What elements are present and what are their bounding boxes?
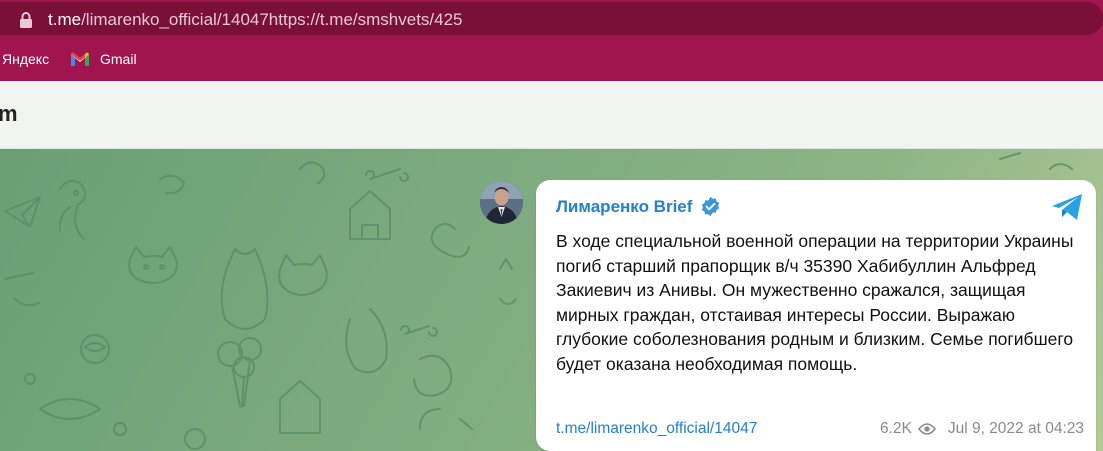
author-name[interactable]: Лимаренко Brief (556, 197, 692, 217)
url-path: /limarenko_official/14047https://t.me/sm… (81, 10, 463, 29)
address-bar[interactable]: t.me/limarenko_official/14047https://t.m… (0, 2, 1103, 35)
author-row: Лимаренко Brief (556, 196, 721, 217)
message-bubble: Лимаренко Brief В ходе специальной военн… (536, 180, 1096, 451)
gmail-icon (71, 52, 89, 66)
bookmarks-bar: Яндекс Gmail (0, 40, 1103, 81)
telegram-icon[interactable] (1050, 193, 1084, 221)
page-header: m (0, 81, 1103, 149)
bookmark-label: Gmail (100, 51, 137, 67)
message-footer: t.me/limarenko_official/14047 6.2K Jul 9… (556, 418, 1084, 440)
browser-toolbar: t.me/limarenko_official/14047https://t.m… (0, 0, 1103, 40)
lock-icon[interactable] (19, 12, 33, 28)
url-text[interactable]: t.me/limarenko_official/14047https://t.m… (48, 10, 463, 30)
message-meta: 6.2K Jul 9, 2022 at 04:23 (880, 420, 1084, 438)
url-host: t.me (48, 10, 82, 29)
post-date[interactable]: Jul 9, 2022 at 04:23 (948, 420, 1084, 438)
bookmark-label: Яндекс (2, 51, 50, 67)
bookmark-yandex[interactable]: Яндекс (2, 51, 49, 67)
bookmark-gmail[interactable]: Gmail (70, 51, 137, 67)
views-count: 6.2K (879, 420, 912, 437)
avatar[interactable] (480, 181, 523, 224)
post-link[interactable]: t.me/limarenko_official/14047 (556, 420, 757, 438)
eye-icon (917, 423, 936, 435)
verified-badge-icon (702, 196, 720, 217)
message-text: В ходе специальной военной операции на т… (556, 231, 1074, 374)
site-logo[interactable]: m (0, 101, 18, 127)
